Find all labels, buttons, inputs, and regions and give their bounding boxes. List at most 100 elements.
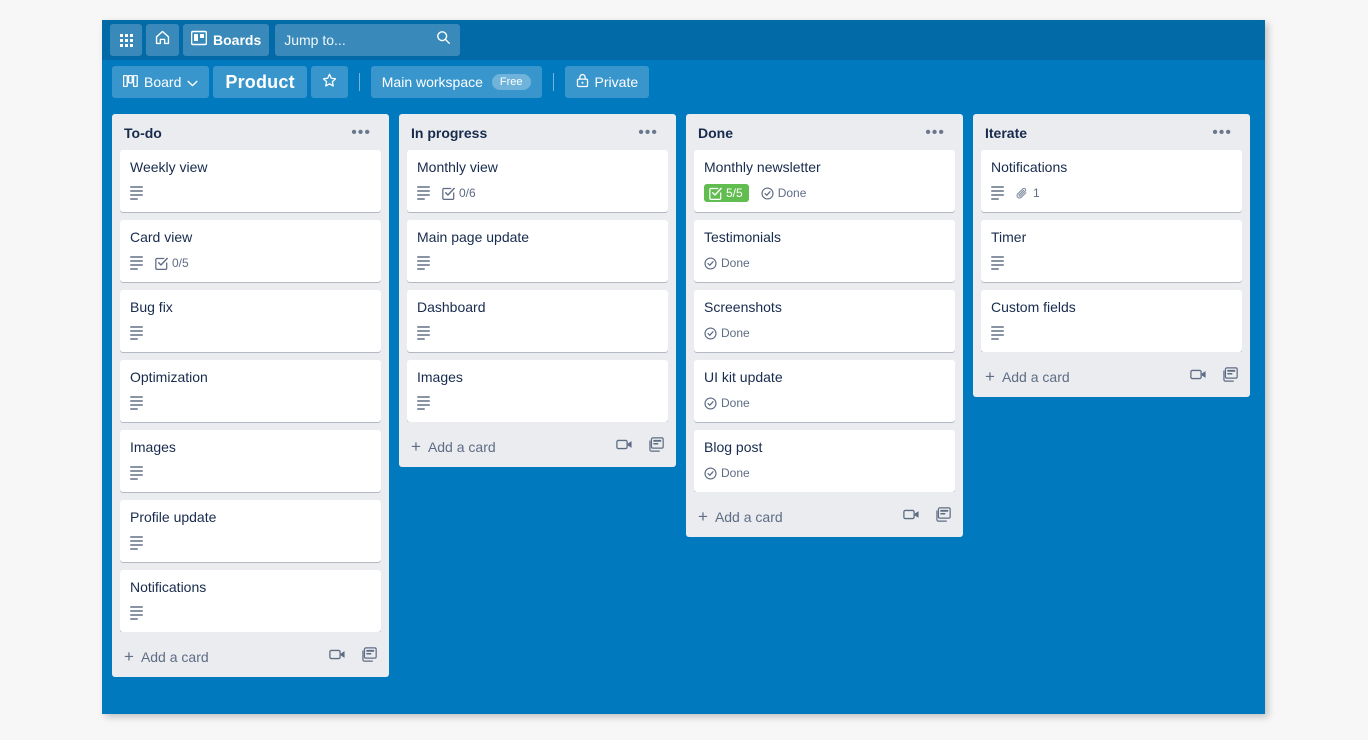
visibility-button[interactable]: Private bbox=[564, 66, 650, 98]
add-card-button[interactable]: + Add a card bbox=[985, 367, 1070, 386]
list-title[interactable]: Iterate bbox=[985, 125, 1027, 141]
apps-grid-button[interactable] bbox=[110, 24, 142, 56]
header-divider-2 bbox=[552, 73, 554, 91]
card[interactable]: Monthly newsletter 5/5 Done bbox=[694, 150, 955, 212]
add-card-button[interactable]: + Add a card bbox=[124, 647, 209, 666]
card[interactable]: Optimization bbox=[120, 360, 381, 422]
card-badges bbox=[130, 184, 372, 202]
card[interactable]: Main page update bbox=[407, 220, 668, 282]
plus-icon: + bbox=[411, 437, 421, 456]
card-title: Monthly view bbox=[417, 159, 498, 175]
list-menu-icon[interactable]: ••• bbox=[345, 125, 377, 141]
description-icon bbox=[417, 186, 430, 200]
description-icon bbox=[991, 186, 1004, 200]
card-badges bbox=[130, 394, 372, 412]
description-icon bbox=[991, 256, 1004, 270]
card[interactable]: Notifications bbox=[120, 570, 381, 632]
add-card-row[interactable]: + Add a card bbox=[686, 498, 963, 531]
plus-icon: + bbox=[698, 507, 708, 526]
list-title[interactable]: In progress bbox=[411, 125, 487, 141]
board-title[interactable]: Product bbox=[213, 66, 307, 98]
badge-text: Done bbox=[721, 326, 750, 340]
card-template-icon[interactable] bbox=[362, 647, 377, 667]
card[interactable]: Notifications 1 bbox=[981, 150, 1242, 212]
card[interactable]: UI kit update Done bbox=[694, 360, 955, 422]
search-icon bbox=[436, 30, 451, 50]
add-card-button[interactable]: + Add a card bbox=[698, 507, 783, 526]
card[interactable]: Profile update bbox=[120, 500, 381, 562]
description-icon bbox=[130, 326, 143, 340]
badge-text: 0/5 bbox=[172, 256, 189, 270]
card-badges bbox=[130, 324, 372, 342]
card-title: Custom fields bbox=[991, 299, 1076, 315]
list-in-progress: In progress ••• Monthly view 0/6 Main page u… bbox=[399, 114, 676, 467]
card[interactable]: Images bbox=[407, 360, 668, 422]
card-title: Card view bbox=[130, 229, 193, 245]
card[interactable]: Weekly view bbox=[120, 150, 381, 212]
video-camera-icon[interactable] bbox=[1190, 368, 1207, 386]
list-title[interactable]: To-do bbox=[124, 125, 162, 141]
badge-checklist: 0/5 bbox=[155, 256, 189, 270]
workspace-button[interactable]: Main workspace Free bbox=[370, 66, 542, 98]
card-template-icon[interactable] bbox=[649, 437, 664, 457]
add-card-button[interactable]: + Add a card bbox=[411, 437, 496, 456]
boards-button[interactable]: Boards bbox=[183, 24, 270, 56]
badge-duedate: Done bbox=[761, 186, 807, 200]
list-iterate: Iterate ••• Notifications 1 Timer Custom fiel… bbox=[973, 114, 1250, 397]
add-card-label: Add a card bbox=[1001, 369, 1070, 385]
list-header: In progress ••• bbox=[399, 114, 676, 150]
board-canvas[interactable]: To-do ••• Weekly view Card view 0/5 Bug fix Op… bbox=[102, 104, 1265, 714]
card-badges bbox=[130, 604, 372, 622]
add-card-row[interactable]: + Add a card bbox=[973, 358, 1250, 391]
plus-icon: + bbox=[124, 647, 134, 666]
card-badges bbox=[991, 254, 1233, 272]
card-title: Images bbox=[130, 439, 176, 455]
list-menu-icon[interactable]: ••• bbox=[632, 125, 664, 141]
clock-check-icon bbox=[704, 256, 717, 270]
home-button[interactable] bbox=[146, 24, 179, 56]
clock-check-icon bbox=[704, 396, 717, 410]
plan-badge: Free bbox=[491, 74, 531, 90]
badge-text: 5/5 bbox=[726, 186, 743, 200]
card-title: Notifications bbox=[130, 579, 207, 595]
star-board-button[interactable] bbox=[310, 66, 348, 98]
card[interactable]: Dashboard bbox=[407, 290, 668, 352]
video-camera-icon[interactable] bbox=[616, 438, 633, 456]
checklist-icon bbox=[155, 257, 168, 270]
card[interactable]: Monthly view 0/6 bbox=[407, 150, 668, 212]
video-camera-icon[interactable] bbox=[329, 648, 346, 666]
board-view-switcher[interactable]: Board bbox=[112, 66, 210, 98]
card-badges: 5/5 Done bbox=[704, 184, 946, 202]
card-badges: Done bbox=[704, 254, 946, 272]
list-title[interactable]: Done bbox=[698, 125, 733, 141]
badge-description bbox=[130, 326, 143, 340]
card-template-icon[interactable] bbox=[1223, 367, 1238, 387]
card-template-icon[interactable] bbox=[936, 507, 951, 527]
add-card-actions bbox=[903, 507, 951, 527]
card-badges bbox=[417, 254, 659, 272]
badge-description bbox=[130, 466, 143, 480]
card[interactable]: Timer bbox=[981, 220, 1242, 282]
list-menu-icon[interactable]: ••• bbox=[919, 125, 951, 141]
add-card-row[interactable]: + Add a card bbox=[399, 428, 676, 461]
video-camera-icon[interactable] bbox=[903, 508, 920, 526]
card[interactable]: Bug fix bbox=[120, 290, 381, 352]
card[interactable]: Screenshots Done bbox=[694, 290, 955, 352]
card[interactable]: Images bbox=[120, 430, 381, 492]
add-card-row[interactable]: + Add a card bbox=[112, 638, 389, 671]
card-title: Blog post bbox=[704, 439, 763, 455]
badge-text: 1 bbox=[1033, 186, 1040, 200]
badge-text: Done bbox=[777, 186, 807, 200]
list-menu-icon[interactable]: ••• bbox=[1206, 125, 1238, 141]
card[interactable]: Blog post Done bbox=[694, 430, 955, 492]
plus-icon: + bbox=[985, 367, 995, 386]
card[interactable]: Card view 0/5 bbox=[120, 220, 381, 282]
star-icon bbox=[322, 73, 337, 91]
search-input[interactable]: Jump to... bbox=[275, 24, 461, 56]
card[interactable]: Custom fields bbox=[981, 290, 1242, 352]
badge-text: Done bbox=[721, 256, 750, 270]
badge-text: Done bbox=[721, 466, 750, 480]
card-title: Notifications bbox=[991, 159, 1068, 175]
badge-description bbox=[417, 256, 430, 270]
card[interactable]: Testimonials Done bbox=[694, 220, 955, 282]
